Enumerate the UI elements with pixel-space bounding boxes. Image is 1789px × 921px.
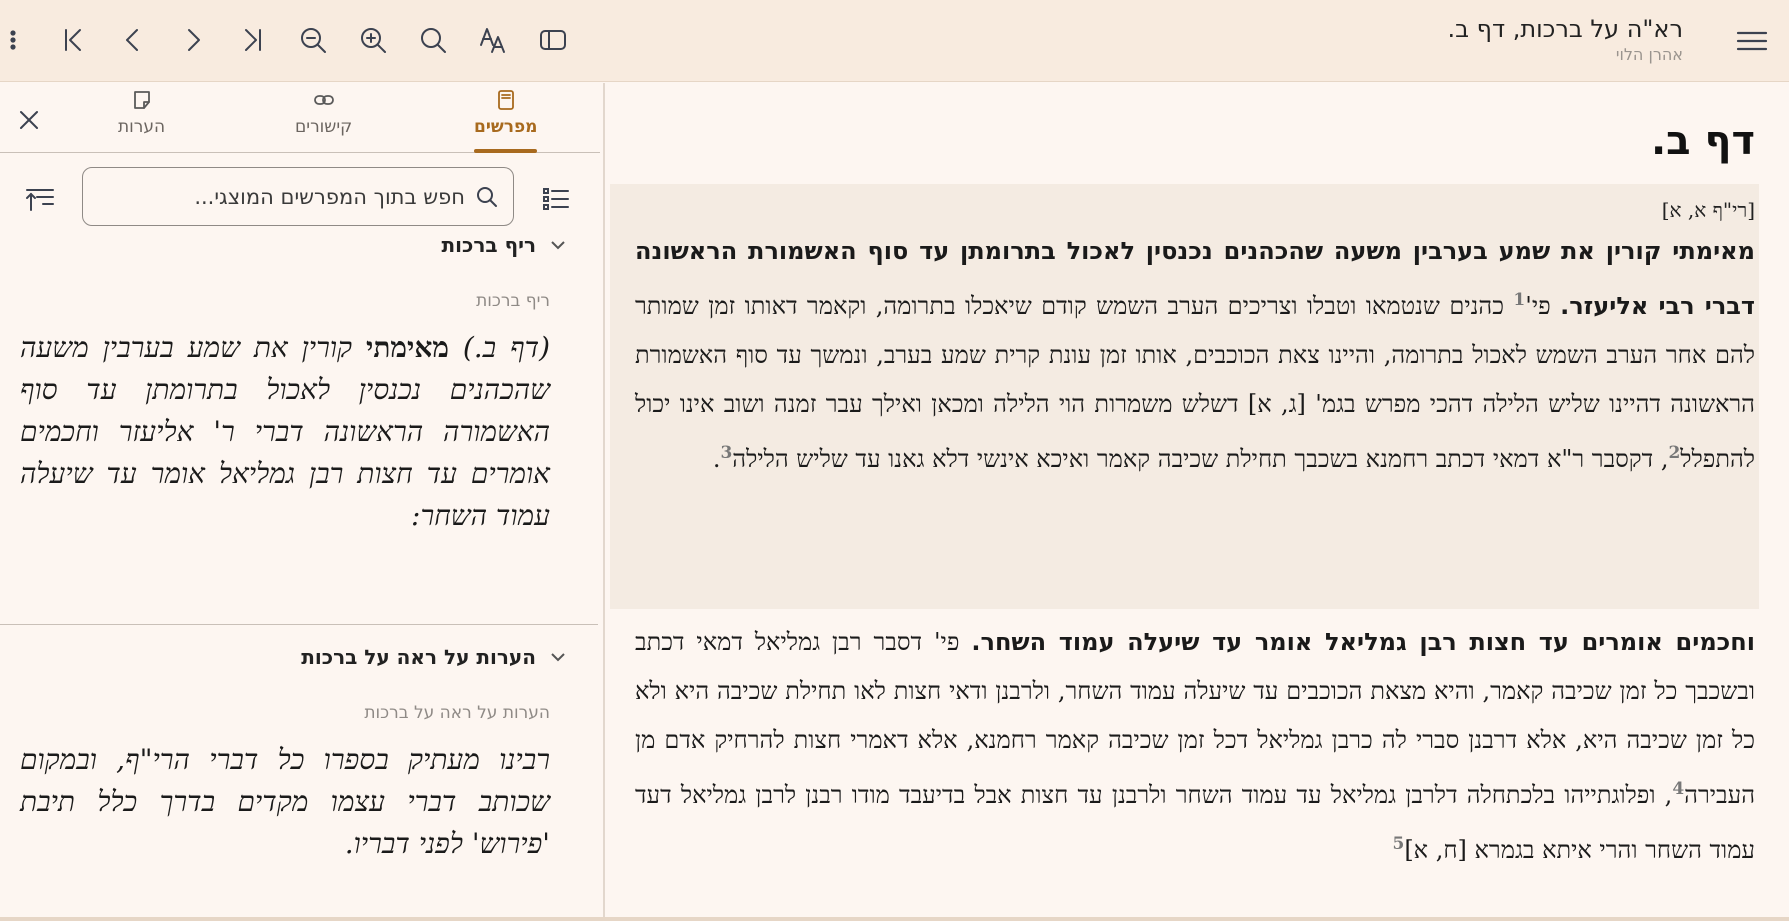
zoom-in-icon	[361, 28, 386, 53]
last-page-icon	[245, 29, 261, 51]
tab-links[interactable]: קישורים	[295, 89, 352, 153]
page-heading: דף ב.	[1650, 118, 1755, 164]
hamburger-icon	[1736, 31, 1768, 51]
top-toolbar: רא"ה על ברכות, דף ב. אהרן הלוי	[0, 0, 1789, 82]
section-header-rif-label: ריף ברכות	[441, 233, 536, 257]
text-format-icon	[480, 28, 505, 53]
bottom-edge	[0, 917, 1789, 921]
search-button[interactable]	[410, 17, 456, 63]
tab-commentaries[interactable]: מפרשים	[474, 89, 538, 153]
link-icon	[313, 95, 334, 105]
commentary-list-button[interactable]	[536, 179, 576, 219]
document-title: רא"ה על ברכות, דף ב.	[1447, 15, 1684, 43]
close-icon	[20, 111, 38, 129]
paragraph-2-part-2: , ופלוגתייהו בלכתחלה דלרבן גמליאל עד עמו…	[635, 781, 1755, 864]
last-page-button[interactable]	[230, 17, 276, 63]
footnote-marker-5[interactable]: 5	[1392, 834, 1404, 854]
sort-icon	[26, 189, 54, 211]
close-panel-button[interactable]	[12, 103, 46, 137]
chevron-left-icon	[126, 29, 138, 51]
chevron-right-icon	[188, 29, 200, 51]
zoom-out-button[interactable]	[290, 17, 336, 63]
chevron-down-icon	[551, 241, 565, 250]
commentary-text-rif: (דף ב.) מאימתי קורין את שמע בערבין משעה …	[20, 327, 550, 537]
commentary-search-box[interactable]	[82, 167, 514, 226]
footnote-marker-2[interactable]: 2	[1668, 443, 1680, 463]
section-header-notes-label: הערות על ראה על ברכות	[301, 645, 536, 669]
section-sub-notes: הערות על ראה על ברכות	[364, 703, 550, 723]
more-options-button[interactable]	[0, 17, 36, 63]
section-divider	[0, 624, 598, 625]
commentary-text-notes: רבינו מעתיק בספרו כל דברי הרי"ף, ובמקום …	[20, 743, 550, 860]
sidebar-toggle-icon	[540, 30, 566, 50]
first-page-button[interactable]	[50, 17, 96, 63]
commentary-search-input[interactable]	[97, 184, 475, 209]
note-icon	[133, 91, 150, 109]
search-icon	[421, 28, 446, 53]
paragraph-1-part-1: פי'	[1525, 292, 1561, 320]
footnote-marker-1[interactable]: 1	[1513, 290, 1525, 310]
paragraph-1-part-3: , דקסבר ר"א דמאי דכתב רחמנא בשכבך תחילת …	[732, 445, 1669, 473]
document-title-block: רא"ה על ברכות, דף ב. אהרן הלוי	[1448, 14, 1684, 66]
commentary-panel: הערות קישורים מפרשים ריף ברכות ריף ברכות…	[0, 83, 604, 921]
tab-notes-label: הערות	[118, 117, 166, 137]
previous-text-fragment	[606, 83, 1789, 85]
sidebar-toggle-button[interactable]	[530, 17, 576, 63]
text-format-button[interactable]	[470, 17, 516, 63]
tab-notes[interactable]: הערות	[118, 89, 165, 153]
book-icon	[497, 90, 514, 110]
footnote-marker-3[interactable]: 3	[720, 443, 732, 463]
section-header-rif[interactable]: ריף ברכות	[442, 233, 568, 257]
source-reference: [רי"ף א, א]	[1661, 198, 1755, 222]
tab-links-label: קישורים	[295, 117, 353, 137]
commentary-tabs: הערות קישורים מפרשים	[0, 83, 600, 153]
commentary-search-row	[0, 167, 600, 227]
panel-divider[interactable]	[603, 83, 605, 921]
rif-text-opening: מאימתי	[365, 331, 449, 364]
list-icon	[543, 188, 569, 210]
main-menu-button[interactable]	[1731, 20, 1773, 62]
document-author: אהרן הלוי	[1615, 45, 1683, 64]
rif-text-ref: (דף ב.)	[448, 331, 551, 364]
more-vertical-icon	[10, 30, 16, 50]
next-page-button[interactable]	[170, 17, 216, 63]
first-page-icon	[65, 29, 81, 51]
search-icon	[477, 186, 497, 207]
zoom-out-icon	[301, 28, 326, 53]
zoom-in-button[interactable]	[350, 17, 396, 63]
section-sub-rif: ריף ברכות	[476, 291, 550, 311]
text-paragraph-2[interactable]: וחכמים אומרים עד חצות רבן גמליאל אומר עד…	[635, 618, 1755, 875]
text-paragraph-1[interactable]: מאימתי קורין את שמע בערבין משעה שהכהנים …	[635, 227, 1755, 484]
main-text-area: דף ב. [רי"ף א, א] מאימתי קורין את שמע בע…	[606, 83, 1789, 921]
sort-button[interactable]	[20, 179, 60, 219]
previous-page-button[interactable]	[110, 17, 156, 63]
tab-commentaries-label: מפרשים	[474, 117, 538, 137]
footnote-marker-4[interactable]: 4	[1672, 779, 1684, 799]
section-header-notes[interactable]: הערות על ראה על ברכות	[301, 645, 568, 669]
dibbur-hamatchil-2: וחכמים אומרים עד חצות רבן גמליאל אומר עד…	[971, 628, 1755, 656]
chevron-down-icon	[551, 653, 565, 662]
